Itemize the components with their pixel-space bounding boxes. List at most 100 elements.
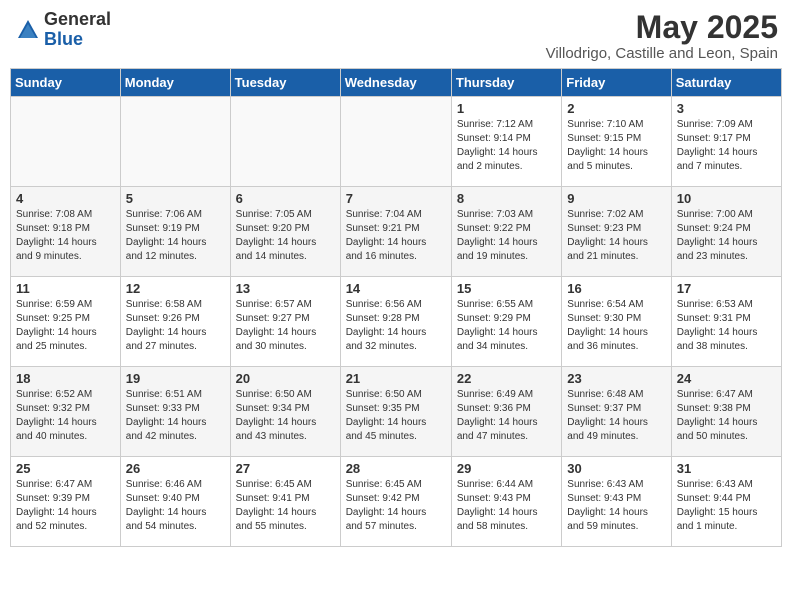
calendar-cell: 9 Sunrise: 7:02 AM Sunset: 9:23 PM Daylig… bbox=[562, 187, 671, 277]
calendar-cell: 14 Sunrise: 6:56 AM Sunset: 9:28 PM Dayli… bbox=[340, 277, 451, 367]
logo-icon bbox=[14, 16, 42, 44]
title-block: May 2025 Villodrigo, Castille and Leon, … bbox=[546, 10, 778, 62]
day-number: 7 bbox=[346, 191, 446, 206]
day-number: 13 bbox=[236, 281, 335, 296]
day-info: Sunrise: 6:56 AM Sunset: 9:28 PM Dayligh… bbox=[346, 298, 446, 354]
day-info: Sunrise: 7:06 AM Sunset: 9:19 PM Dayligh… bbox=[126, 208, 225, 264]
calendar-cell: 28Sunrise: 6:45 AM Sunset: 9:42 PM Dayli… bbox=[340, 457, 451, 547]
day-number: 26 bbox=[126, 461, 225, 476]
day-number: 17 bbox=[677, 281, 776, 296]
day-number: 27 bbox=[236, 461, 335, 476]
calendar-cell: 19 Sunrise: 6:51 AM Sunset: 9:33 PM Dayli… bbox=[120, 367, 230, 457]
calendar-cell: 27Sunrise: 6:45 AM Sunset: 9:41 PM Dayli… bbox=[230, 457, 340, 547]
day-info: Sunrise: 6:59 AM Sunset: 9:25 PM Dayligh… bbox=[16, 298, 115, 354]
logo-blue-text: Blue bbox=[44, 29, 83, 49]
col-header-thursday: Thursday bbox=[451, 69, 561, 97]
calendar-week-row: 18 Sunrise: 6:52 AM Sunset: 9:32 PM Dayli… bbox=[11, 367, 782, 457]
day-number: 23 bbox=[567, 371, 665, 386]
calendar-cell: 2Sunrise: 7:10 AM Sunset: 9:15 PM Daylig… bbox=[562, 97, 671, 187]
day-info: Sunrise: 6:47 AM Sunset: 9:39 PM Dayligh… bbox=[16, 478, 115, 534]
day-number: 29 bbox=[457, 461, 556, 476]
calendar-cell: 24 Sunrise: 6:47 AM Sunset: 9:38 PM Dayli… bbox=[671, 367, 781, 457]
day-info: Sunrise: 6:43 AM Sunset: 9:44 PM Dayligh… bbox=[677, 478, 776, 534]
month-year-title: May 2025 bbox=[546, 10, 778, 45]
day-info: Sunrise: 7:03 AM Sunset: 9:22 PM Dayligh… bbox=[457, 208, 556, 264]
day-number: 2 bbox=[567, 101, 665, 116]
calendar-cell: 4 Sunrise: 7:08 AM Sunset: 9:18 PM Daylig… bbox=[11, 187, 121, 277]
day-info: Sunrise: 7:09 AM Sunset: 9:17 PM Dayligh… bbox=[677, 118, 776, 174]
day-info: Sunrise: 6:44 AM Sunset: 9:43 PM Dayligh… bbox=[457, 478, 556, 534]
calendar-cell: 26Sunrise: 6:46 AM Sunset: 9:40 PM Dayli… bbox=[120, 457, 230, 547]
calendar-cell bbox=[120, 97, 230, 187]
day-info: Sunrise: 6:47 AM Sunset: 9:38 PM Dayligh… bbox=[677, 388, 776, 444]
calendar-cell: 22 Sunrise: 6:49 AM Sunset: 9:36 PM Dayli… bbox=[451, 367, 561, 457]
calendar-cell: 16 Sunrise: 6:54 AM Sunset: 9:30 PM Dayli… bbox=[562, 277, 671, 367]
day-info: Sunrise: 7:04 AM Sunset: 9:21 PM Dayligh… bbox=[346, 208, 446, 264]
calendar-cell: 25Sunrise: 6:47 AM Sunset: 9:39 PM Dayli… bbox=[11, 457, 121, 547]
calendar-cell: 5 Sunrise: 7:06 AM Sunset: 9:19 PM Daylig… bbox=[120, 187, 230, 277]
day-number: 28 bbox=[346, 461, 446, 476]
calendar-week-row: 25Sunrise: 6:47 AM Sunset: 9:39 PM Dayli… bbox=[11, 457, 782, 547]
logo-general-text: General bbox=[44, 9, 111, 29]
calendar-cell: 6Sunrise: 7:05 AM Sunset: 9:20 PM Daylig… bbox=[230, 187, 340, 277]
day-number: 3 bbox=[677, 101, 776, 116]
calendar-cell: 10Sunrise: 7:00 AM Sunset: 9:24 PM Dayli… bbox=[671, 187, 781, 277]
day-number: 10 bbox=[677, 191, 776, 206]
day-number: 21 bbox=[346, 371, 446, 386]
calendar-cell: 30 Sunrise: 6:43 AM Sunset: 9:43 PM Dayli… bbox=[562, 457, 671, 547]
calendar-cell: 20Sunrise: 6:50 AM Sunset: 9:34 PM Dayli… bbox=[230, 367, 340, 457]
col-header-wednesday: Wednesday bbox=[340, 69, 451, 97]
day-info: Sunrise: 6:49 AM Sunset: 9:36 PM Dayligh… bbox=[457, 388, 556, 444]
calendar-cell: 1Sunrise: 7:12 AM Sunset: 9:14 PM Daylig… bbox=[451, 97, 561, 187]
calendar-cell: 17Sunrise: 6:53 AM Sunset: 9:31 PM Dayli… bbox=[671, 277, 781, 367]
day-info: Sunrise: 6:48 AM Sunset: 9:37 PM Dayligh… bbox=[567, 388, 665, 444]
day-number: 31 bbox=[677, 461, 776, 476]
day-number: 16 bbox=[567, 281, 665, 296]
day-number: 5 bbox=[126, 191, 225, 206]
day-info: Sunrise: 6:52 AM Sunset: 9:32 PM Dayligh… bbox=[16, 388, 115, 444]
day-info: Sunrise: 7:02 AM Sunset: 9:23 PM Dayligh… bbox=[567, 208, 665, 264]
calendar-cell: 13 Sunrise: 6:57 AM Sunset: 9:27 PM Dayli… bbox=[230, 277, 340, 367]
calendar-header-row: SundayMondayTuesdayWednesdayThursdayFrid… bbox=[11, 69, 782, 97]
day-number: 19 bbox=[126, 371, 225, 386]
day-number: 4 bbox=[16, 191, 115, 206]
calendar-cell bbox=[230, 97, 340, 187]
calendar-cell: 31 Sunrise: 6:43 AM Sunset: 9:44 PM Dayli… bbox=[671, 457, 781, 547]
day-info: Sunrise: 6:50 AM Sunset: 9:35 PM Dayligh… bbox=[346, 388, 446, 444]
page-header: General Blue May 2025 Villodrigo, Castil… bbox=[10, 10, 782, 62]
calendar-cell bbox=[11, 97, 121, 187]
calendar-week-row: 1Sunrise: 7:12 AM Sunset: 9:14 PM Daylig… bbox=[11, 97, 782, 187]
day-number: 14 bbox=[346, 281, 446, 296]
day-info: Sunrise: 6:54 AM Sunset: 9:30 PM Dayligh… bbox=[567, 298, 665, 354]
day-number: 8 bbox=[457, 191, 556, 206]
day-number: 12 bbox=[126, 281, 225, 296]
day-info: Sunrise: 6:57 AM Sunset: 9:27 PM Dayligh… bbox=[236, 298, 335, 354]
col-header-sunday: Sunday bbox=[11, 69, 121, 97]
calendar-cell: 15 Sunrise: 6:55 AM Sunset: 9:29 PM Dayli… bbox=[451, 277, 561, 367]
day-number: 18 bbox=[16, 371, 115, 386]
col-header-monday: Monday bbox=[120, 69, 230, 97]
col-header-saturday: Saturday bbox=[671, 69, 781, 97]
day-number: 6 bbox=[236, 191, 335, 206]
calendar-week-row: 11 Sunrise: 6:59 AM Sunset: 9:25 PM Dayli… bbox=[11, 277, 782, 367]
day-info: Sunrise: 6:50 AM Sunset: 9:34 PM Dayligh… bbox=[236, 388, 335, 444]
calendar-cell bbox=[340, 97, 451, 187]
day-info: Sunrise: 6:55 AM Sunset: 9:29 PM Dayligh… bbox=[457, 298, 556, 354]
day-number: 11 bbox=[16, 281, 115, 296]
day-number: 24 bbox=[677, 371, 776, 386]
day-number: 15 bbox=[457, 281, 556, 296]
day-number: 22 bbox=[457, 371, 556, 386]
calendar-cell: 3 Sunrise: 7:09 AM Sunset: 9:17 PM Daylig… bbox=[671, 97, 781, 187]
calendar-cell: 18 Sunrise: 6:52 AM Sunset: 9:32 PM Dayli… bbox=[11, 367, 121, 457]
day-number: 9 bbox=[567, 191, 665, 206]
calendar-table: SundayMondayTuesdayWednesdayThursdayFrid… bbox=[10, 68, 782, 547]
calendar-cell: 23 Sunrise: 6:48 AM Sunset: 9:37 PM Dayli… bbox=[562, 367, 671, 457]
day-info: Sunrise: 6:51 AM Sunset: 9:33 PM Dayligh… bbox=[126, 388, 225, 444]
col-header-tuesday: Tuesday bbox=[230, 69, 340, 97]
location-subtitle: Villodrigo, Castille and Leon, Spain bbox=[546, 45, 778, 62]
day-info: Sunrise: 7:08 AM Sunset: 9:18 PM Dayligh… bbox=[16, 208, 115, 264]
day-info: Sunrise: 6:43 AM Sunset: 9:43 PM Dayligh… bbox=[567, 478, 665, 534]
logo: General Blue bbox=[14, 10, 111, 50]
day-number: 30 bbox=[567, 461, 665, 476]
calendar-cell: 7 Sunrise: 7:04 AM Sunset: 9:21 PM Daylig… bbox=[340, 187, 451, 277]
